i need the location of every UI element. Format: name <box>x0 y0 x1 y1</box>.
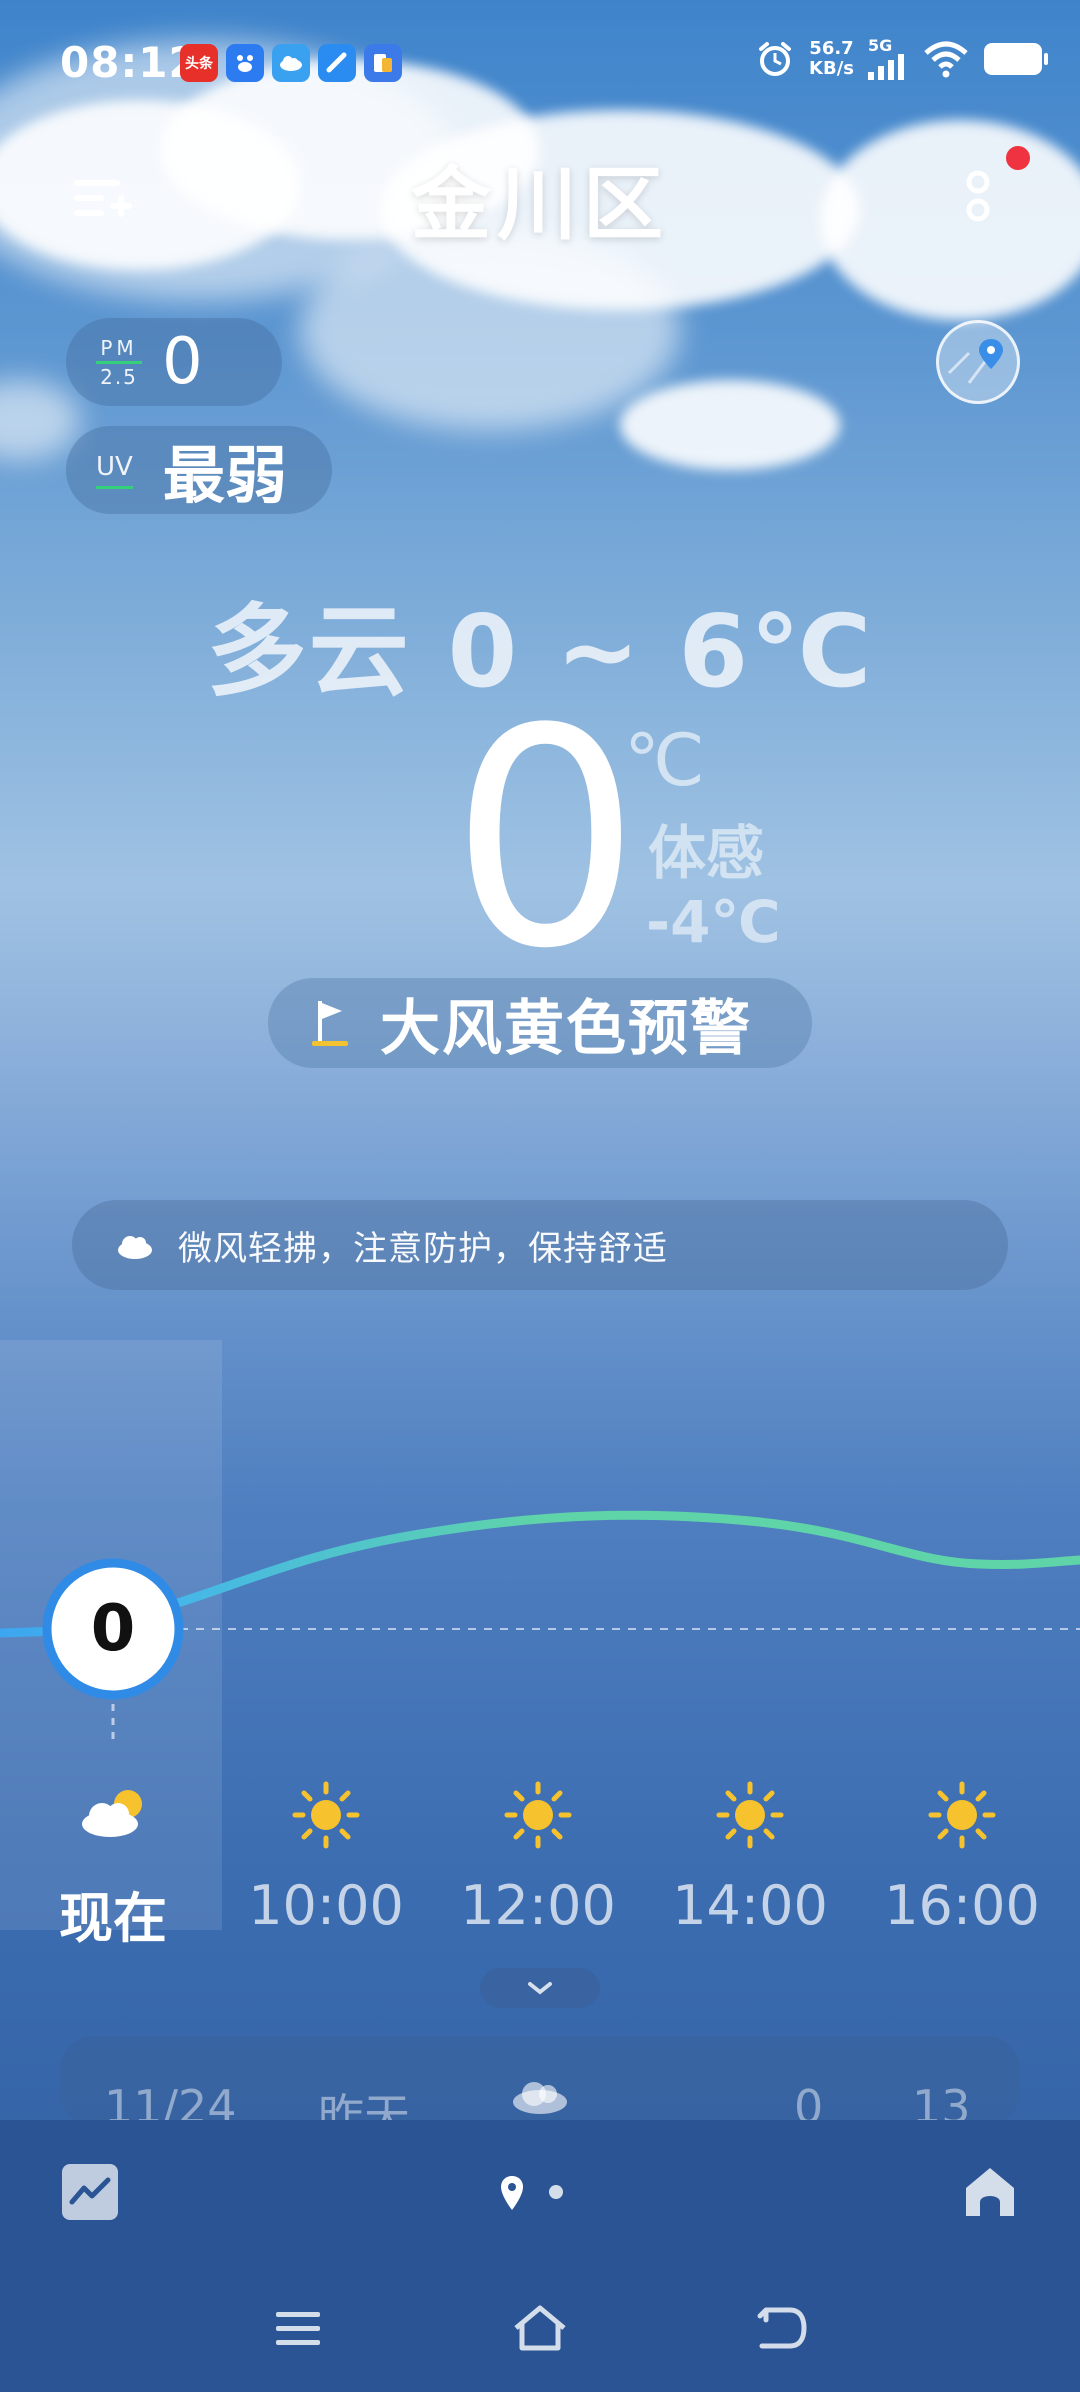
alert-flag-icon <box>312 1001 348 1046</box>
expand-forecast-button[interactable] <box>480 1968 600 2008</box>
hourly-item[interactable]: 14:00 <box>650 1780 850 1937</box>
feels-like-value: -4℃ <box>646 888 781 956</box>
pm25-value: 0 <box>162 325 203 399</box>
pm25-label: PM 2.5 <box>96 338 142 387</box>
recent-apps-icon[interactable] <box>268 2298 328 2358</box>
sun-icon <box>504 1781 572 1849</box>
partly-cloudy-icon <box>82 1790 142 1837</box>
uv-pill[interactable]: UV 最弱 <box>66 426 332 514</box>
wifi-icon <box>924 41 968 78</box>
weather-alert[interactable]: 大风黄色预警 <box>268 978 812 1068</box>
system-home-icon[interactable] <box>510 2298 570 2358</box>
sun-icon <box>716 1781 784 1849</box>
temperature-unit: ℃ <box>624 718 705 802</box>
sun-icon <box>292 1781 360 1849</box>
hourly-item-now[interactable]: 现在 <box>13 1780 213 1953</box>
daily-forecast-row[interactable]: 11/24 昨天 0 13 <box>60 2036 1020 2126</box>
pm25-pill[interactable]: PM 2.5 0 <box>66 318 282 406</box>
net-speed: 56.7 KB/s <box>809 38 854 79</box>
hourly-item[interactable]: 16:00 <box>862 1780 1062 1937</box>
notification-dot <box>1006 146 1030 170</box>
hourly-label: 14:00 <box>672 1874 828 1937</box>
status-right: 56.7 KB/s 5G <box>755 38 1048 80</box>
current-temperature: 0 <box>450 665 641 1014</box>
notification-icons: 头条 <box>180 44 402 82</box>
cloud-decoration <box>620 380 840 470</box>
signal-5g: 5G <box>868 38 908 80</box>
uv-value: 最弱 <box>162 439 287 512</box>
uv-label: UV <box>96 452 133 489</box>
weather-tip: 微风轻拂，注意防护，保持舒适 <box>72 1200 1008 1290</box>
hourly-item[interactable]: 10:00 <box>226 1780 426 1937</box>
hourly-label: 现在 <box>59 1887 167 1950</box>
cloud-decoration <box>0 380 80 460</box>
status-bar: 08:12 头条 56.7 KB/s 5G <box>0 0 1080 120</box>
hourly-item[interactable]: 12:00 <box>438 1780 638 1937</box>
cloud-icon <box>513 2082 567 2114</box>
map-button[interactable] <box>936 320 1020 404</box>
browser-icon <box>318 44 356 82</box>
hourly-temperature-curve: 0 <box>0 1510 1080 1740</box>
signal-icon <box>868 54 904 80</box>
hourly-label: 16:00 <box>884 1874 1040 1937</box>
home-icon[interactable] <box>960 2162 1020 2222</box>
more-options-icon[interactable] <box>958 162 998 252</box>
battery-icon <box>984 43 1048 75</box>
current-temp-marker-value: 0 <box>91 1592 136 1666</box>
toutiao-icon: 头条 <box>180 44 218 82</box>
cloud-decoration <box>300 230 680 430</box>
weather-screen: 08:12 头条 56.7 KB/s 5G 金川区 PM 2.5 0 UV 最弱… <box>0 0 1080 2392</box>
weather-app-icon <box>272 44 310 82</box>
map-pin-icon <box>947 339 1003 384</box>
sun-icon <box>928 1781 996 1849</box>
baidu-ai-icon <box>226 44 264 82</box>
files-icon <box>364 44 402 82</box>
chevron-down-icon <box>528 1982 552 1995</box>
trend-chart-button[interactable] <box>62 2164 118 2220</box>
page-indicator <box>501 2176 563 2210</box>
back-icon[interactable] <box>752 2298 812 2358</box>
status-time: 08:12 <box>60 38 199 87</box>
tip-text: 微风轻拂，注意防护，保持舒适 <box>178 1228 668 1269</box>
trend-chart-icon <box>69 2177 111 2205</box>
hourly-label: 10:00 <box>248 1874 404 1937</box>
city-title[interactable]: 金川区 <box>0 140 1080 256</box>
alarm-icon <box>759 42 792 76</box>
location-pin-icon <box>501 2176 523 2210</box>
feels-like-label: 体感 <box>648 819 765 887</box>
alert-text: 大风黄色预警 <box>380 993 752 1064</box>
page-dot <box>549 2185 563 2199</box>
hourly-label: 12:00 <box>460 1874 616 1937</box>
cloud-icon <box>118 1236 152 1259</box>
